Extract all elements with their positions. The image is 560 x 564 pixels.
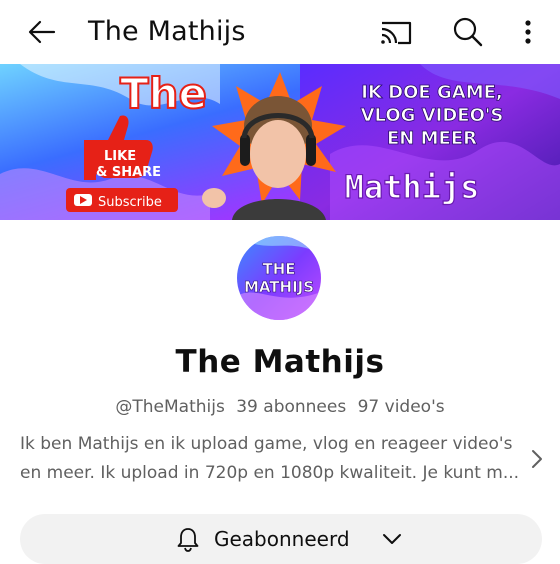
banner-artwork: The LIKE & SHARE Subscribe IK DOE GAME, …	[0, 64, 560, 220]
more-vert-icon	[525, 20, 531, 44]
subscribed-button[interactable]: Geabonneerd	[20, 514, 542, 564]
more-options-button[interactable]	[512, 12, 544, 52]
description-line-1: Ik ben Mathijs en ik upload game, vlog e…	[20, 434, 513, 454]
banner-name-word: Mathijs	[345, 168, 480, 206]
banner-subscribe-label: Subscribe	[98, 195, 162, 210]
avatar-line-2: MATHIJS	[244, 278, 314, 296]
channel-name: The Mathijs	[175, 344, 385, 380]
channel-description[interactable]: Ik ben Mathijs en ik upload game, vlog e…	[20, 430, 520, 488]
banner-brand-word: The	[120, 69, 207, 118]
chevron-right-icon	[532, 450, 542, 468]
channel-avatar[interactable]: THE MATHIJS	[237, 236, 321, 320]
bell-icon-wrap	[174, 525, 202, 553]
search-button[interactable]	[448, 12, 488, 52]
chevron-down-icon	[383, 534, 401, 544]
page-title: The Mathijs	[88, 16, 246, 47]
search-icon	[453, 17, 483, 47]
subscribed-button-content: Geabonneerd	[20, 514, 542, 564]
banner-tagline-3: EN MEER	[387, 128, 477, 149]
banner-share-label: & SHARE	[96, 165, 161, 180]
arrow-left-icon	[28, 20, 56, 44]
video-count: 97 video's	[357, 397, 445, 417]
chevron-down-wrap	[380, 527, 404, 551]
channel-meta: @TheMathijs 39 abonnees 97 video's	[0, 394, 560, 420]
avatar-artwork: THE MATHIJS	[237, 236, 321, 320]
banner-tagline-2: VLOG VIDEO'S	[361, 105, 504, 126]
description-expand-button[interactable]	[526, 446, 548, 472]
banner-tagline-1: IK DOE GAME,	[361, 82, 502, 103]
cast-button[interactable]	[376, 14, 416, 50]
cast-icon	[381, 21, 412, 45]
channel-handle: @TheMathijs	[115, 397, 225, 417]
banner-like-label: LIKE	[104, 149, 136, 164]
back-button[interactable]	[24, 14, 60, 50]
subscribed-label: Geabonneerd	[214, 527, 350, 551]
description-line-2: en meer. Ik upload in 720p en 1080p kwal…	[20, 463, 520, 483]
top-app-bar: The Mathijs	[0, 0, 560, 64]
bell-icon	[177, 528, 199, 552]
avatar-line-1: THE	[262, 260, 295, 278]
channel-banner: The LIKE & SHARE Subscribe IK DOE GAME, …	[0, 64, 560, 220]
subscriber-count: 39 abonnees	[236, 397, 347, 417]
